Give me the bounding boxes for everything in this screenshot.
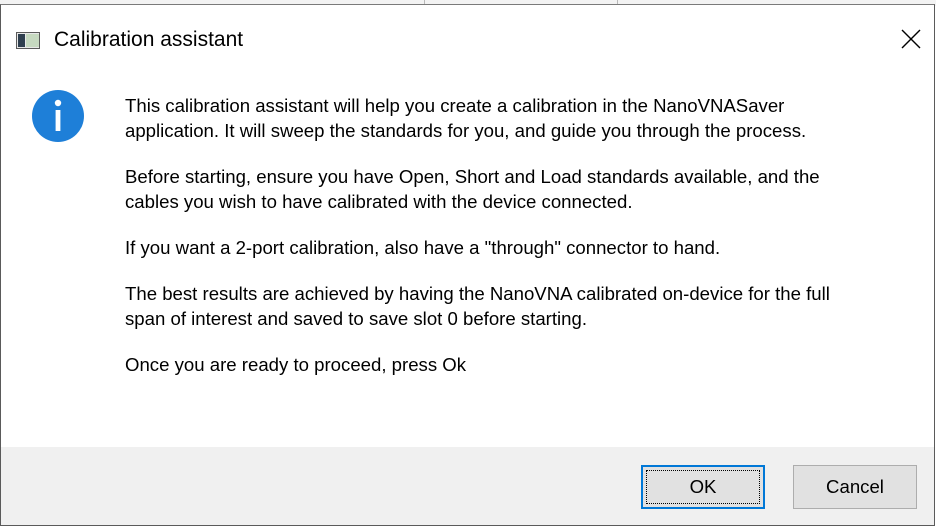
cancel-button[interactable]: Cancel	[793, 465, 917, 509]
title-bar[interactable]: Calibration assistant	[1, 5, 934, 71]
message-paragraph-2port: If you want a 2-port calibration, also h…	[125, 235, 915, 260]
message-line: application. It will sweep the standards…	[125, 120, 807, 141]
ok-button[interactable]: OK	[641, 465, 765, 509]
message-line: Once you are ready to proceed, press Ok	[125, 354, 467, 375]
message-paragraph-requirements: Before starting, ensure you have Open, S…	[125, 164, 915, 214]
close-icon	[901, 29, 921, 49]
message-line: cables you wish to have calibrated with …	[125, 191, 633, 212]
message-paragraph-intro: This calibration assistant will help you…	[125, 93, 915, 143]
message-paragraph-best-results: The best results are achieved by having …	[125, 281, 915, 331]
message-line: If you want a 2-port calibration, also h…	[125, 237, 721, 258]
button-bar: OK Cancel	[1, 447, 934, 525]
message-paragraph-proceed: Once you are ready to proceed, press Ok	[125, 352, 915, 377]
message-line: This calibration assistant will help you…	[125, 95, 785, 116]
message-line: Before starting, ensure you have Open, S…	[125, 166, 820, 187]
app-window-icon	[16, 32, 40, 49]
close-button[interactable]	[888, 19, 934, 59]
window-title: Calibration assistant	[54, 28, 244, 51]
message-line: span of interest and saved to save slot …	[125, 308, 588, 329]
info-icon	[32, 90, 84, 142]
message-body: This calibration assistant will help you…	[125, 93, 915, 398]
cancel-button-label: Cancel	[826, 476, 884, 497]
message-line: The best results are achieved by having …	[125, 283, 830, 304]
calibration-assistant-dialog: Calibration assistant This calibration a…	[0, 4, 935, 526]
focus-rectangle	[646, 470, 760, 504]
